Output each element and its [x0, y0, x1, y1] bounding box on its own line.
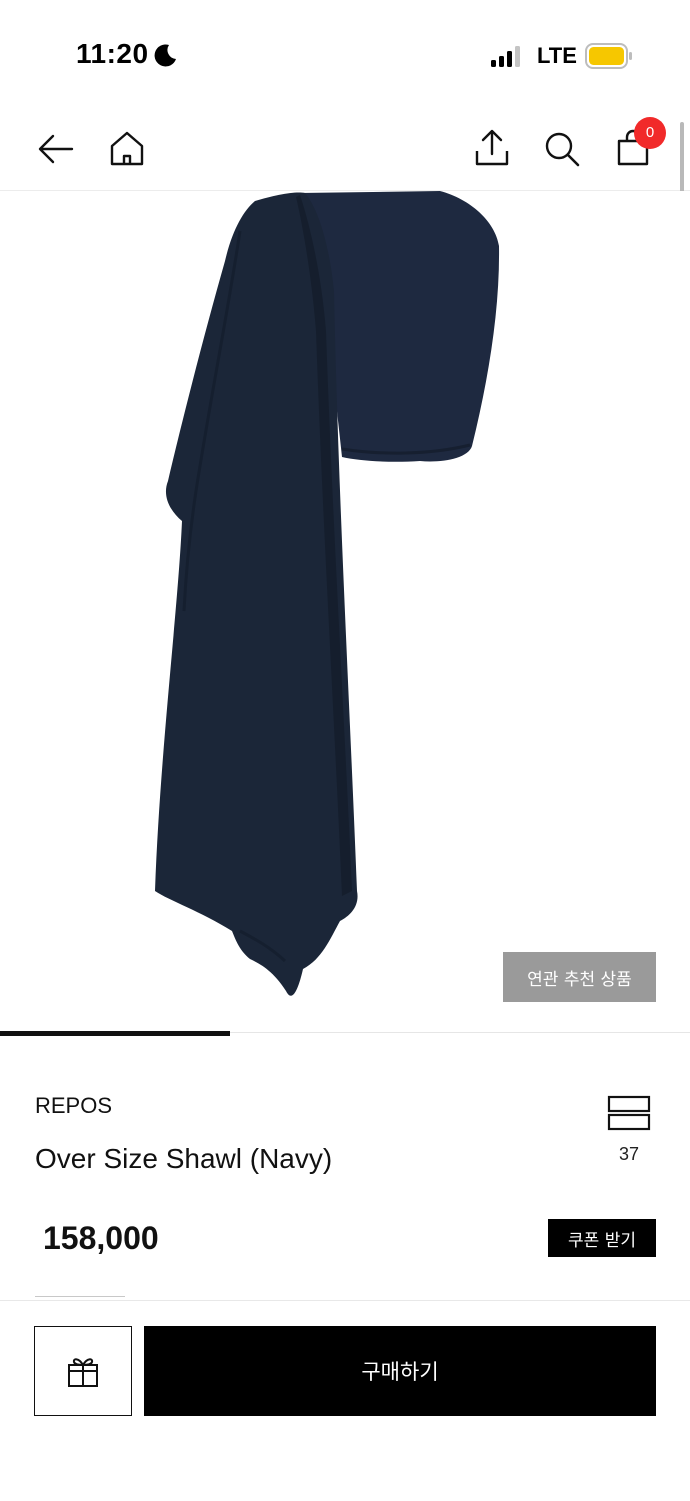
moon-icon — [154, 44, 176, 67]
status-time: 11:20 — [76, 38, 149, 69]
back-button[interactable] — [34, 127, 78, 171]
cart-count-badge: 0 — [634, 117, 666, 149]
brand-name[interactable]: REPOS — [35, 1093, 112, 1119]
share-button[interactable] — [470, 127, 514, 171]
gallery-progress-indicator — [0, 1031, 230, 1036]
cellular-signal-icon — [491, 46, 520, 67]
gift-button[interactable] — [34, 1326, 132, 1416]
gift-icon — [68, 1358, 98, 1387]
product-image[interactable] — [0, 191, 690, 1031]
product-title: Over Size Shawl (Navy) — [35, 1143, 333, 1174]
search-button[interactable] — [540, 127, 584, 171]
carrier-label: LTE — [537, 43, 577, 68]
buy-now-button[interactable]: 구매하기 — [144, 1326, 656, 1416]
home-icon — [110, 131, 144, 166]
share-icon — [475, 129, 509, 166]
battery-icon — [585, 43, 632, 69]
product-price: 158,000 — [43, 1220, 159, 1256]
get-coupon-button[interactable]: 쿠폰 받기 — [548, 1219, 656, 1257]
arrow-left-icon — [38, 134, 74, 164]
compare-button[interactable] — [606, 1094, 652, 1134]
stacked-rectangles-icon — [607, 1095, 651, 1131]
search-icon — [545, 132, 580, 167]
home-button[interactable] — [105, 127, 149, 171]
compare-count: 37 — [618, 1144, 640, 1164]
related-products-button[interactable]: 연관 추천 상품 — [503, 952, 656, 1002]
